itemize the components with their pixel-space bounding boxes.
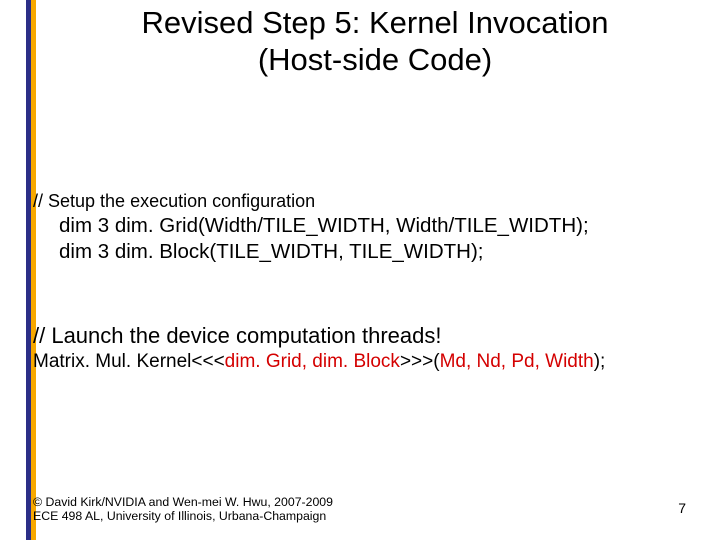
title-line-1: Revised Step 5: Kernel Invocation	[142, 5, 609, 40]
comment-setup: // Setup the execution configuration	[33, 190, 716, 213]
kernel-part-5: );	[594, 351, 606, 372]
comment-launch: // Launch the device computation threads…	[33, 322, 716, 350]
title-line-2: (Host-side Code)	[258, 42, 492, 77]
kernel-part-3: >>>(	[400, 351, 440, 372]
footer-line-2: ECE 498 AL, University of Illinois, Urba…	[33, 509, 326, 523]
copyright-footer: © David Kirk/NVIDIA and Wen-mei W. Hwu, …	[33, 495, 333, 525]
kernel-invocation: Matrix. Mul. Kernel<<<dim. Grid, dim. Bl…	[33, 350, 716, 374]
code-line-2: dim 3 dim. Block(TILE_WIDTH, TILE_WIDTH)…	[33, 239, 716, 265]
slide-body: // Setup the execution configuration dim…	[33, 190, 716, 374]
code-line-1: dim 3 dim. Grid(Width/TILE_WIDTH, Width/…	[33, 213, 716, 239]
kernel-red-args: Md, Nd, Pd, Width	[440, 351, 594, 372]
kernel-red-grid-block: dim. Grid, dim. Block	[225, 351, 400, 372]
kernel-part-1: Matrix. Mul. Kernel<<<	[33, 351, 225, 372]
page-number: 7	[678, 500, 686, 516]
slide-title: Revised Step 5: Kernel Invocation (Host-…	[40, 4, 710, 78]
footer-line-1: © David Kirk/NVIDIA and Wen-mei W. Hwu, …	[33, 495, 333, 509]
